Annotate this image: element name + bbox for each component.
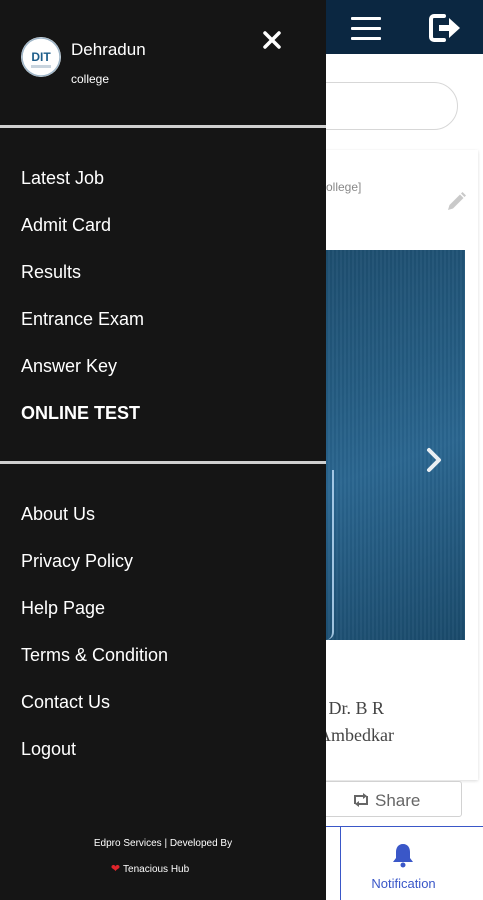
exit-icon[interactable] bbox=[428, 12, 462, 44]
nav-item-terms-condition[interactable]: Terms & Condition bbox=[21, 645, 168, 666]
nav-item-about-us[interactable]: About Us bbox=[21, 504, 95, 525]
heart-icon: ❤ bbox=[110, 863, 121, 875]
drawer-divider bbox=[0, 461, 326, 464]
nav-item-privacy-policy[interactable]: Privacy Policy bbox=[21, 551, 133, 572]
tab-notification[interactable]: Notification bbox=[340, 826, 483, 900]
nav-item-latest-job[interactable]: Latest Job bbox=[21, 168, 104, 189]
bell-icon bbox=[393, 844, 413, 868]
nav-item-help-page[interactable]: Help Page bbox=[21, 598, 105, 619]
post-text-line: Ambedkar bbox=[318, 725, 394, 745]
nav-item-contact-us[interactable]: Contact Us bbox=[21, 692, 110, 713]
image-streak bbox=[326, 470, 334, 640]
org-name: Dehradun bbox=[71, 40, 146, 59]
avatar-logo-text: DIT bbox=[31, 50, 51, 64]
share-icon bbox=[354, 793, 368, 807]
menu-icon[interactable] bbox=[346, 10, 386, 46]
post-text-line: r Dr. B R bbox=[318, 698, 385, 718]
nav-item-entrance-exam[interactable]: Entrance Exam bbox=[21, 309, 144, 330]
navigation-drawer: DIT Dehradun college Latest Job Admit Ca… bbox=[0, 0, 326, 900]
nav-item-admit-card[interactable]: Admit Card bbox=[21, 215, 111, 236]
nav-item-online-test[interactable]: ONLINE TEST bbox=[21, 403, 140, 424]
share-label: Share bbox=[375, 791, 421, 810]
nav-item-results[interactable]: Results bbox=[21, 262, 81, 283]
drawer-divider bbox=[0, 125, 326, 128]
org-subtitle: college bbox=[71, 72, 110, 86]
developer-name: Tenacious Hub bbox=[123, 864, 190, 875]
avatar: DIT bbox=[21, 37, 61, 77]
chevron-right-icon[interactable] bbox=[420, 440, 448, 480]
post-subtitle: college] bbox=[320, 180, 362, 194]
nav-item-answer-key[interactable]: Answer Key bbox=[21, 356, 117, 377]
notification-label: Notification bbox=[371, 876, 436, 891]
footer-developer[interactable]: ❤ Tenacious Hub bbox=[0, 862, 300, 875]
footer-credit: Edpro Services | Developed By bbox=[93, 838, 233, 849]
close-icon[interactable] bbox=[258, 26, 286, 54]
edit-icon[interactable] bbox=[444, 190, 468, 214]
share-button[interactable]: Share bbox=[322, 781, 462, 817]
nav-item-logout[interactable]: Logout bbox=[21, 739, 76, 760]
